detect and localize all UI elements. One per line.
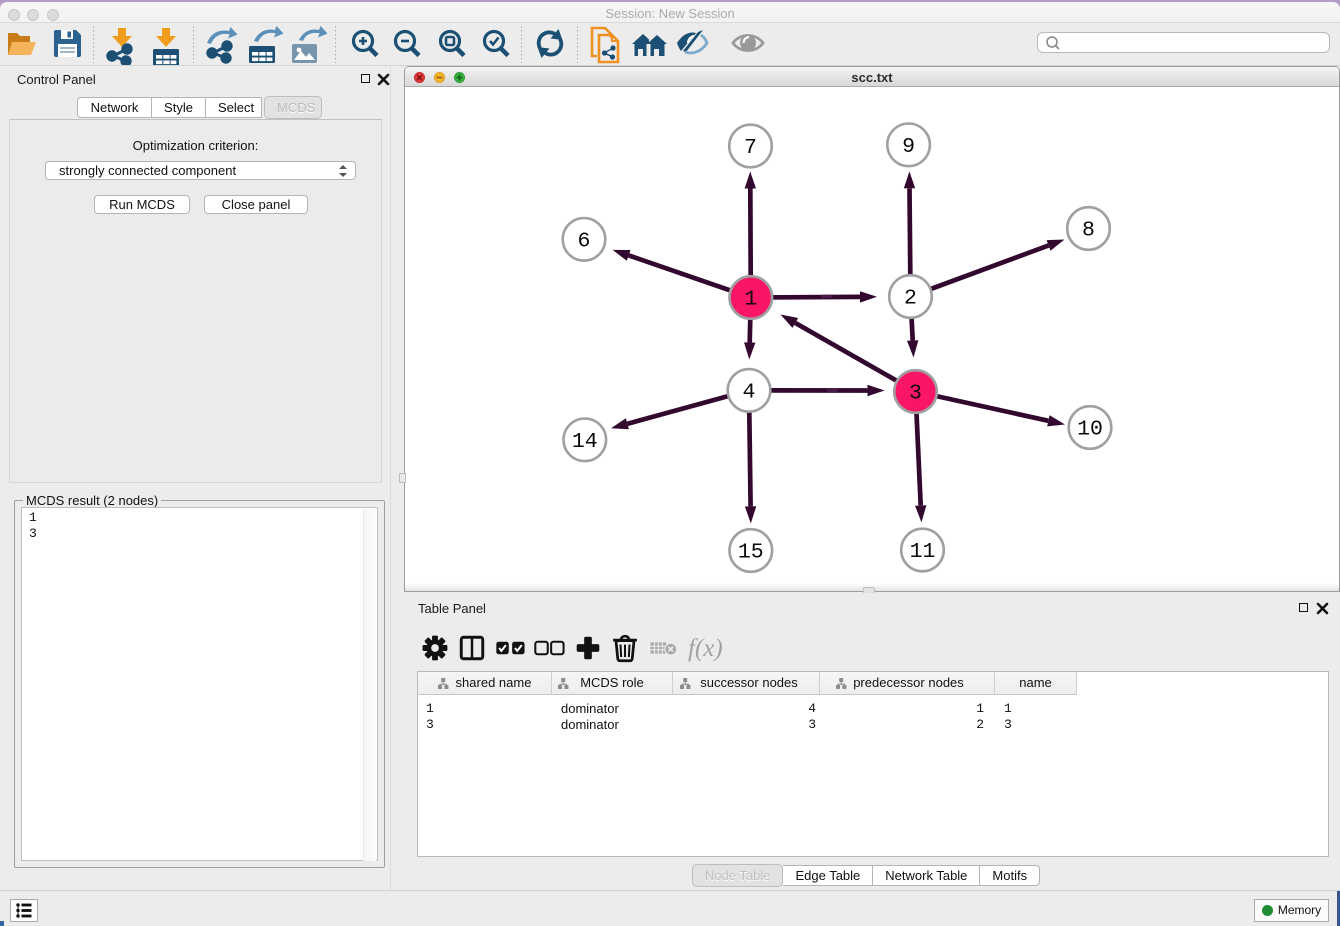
svg-text:10: 10 [1077,418,1103,442]
svg-text:14: 14 [572,430,598,454]
svg-text:4: 4 [743,381,756,405]
svg-text:f(x): f(x) [688,635,723,662]
svg-text:7: 7 [744,136,757,160]
svg-text:2: 2 [904,287,917,311]
svg-text:9: 9 [902,135,915,159]
svg-text:11: 11 [910,540,936,564]
svg-text:8: 8 [1082,219,1095,243]
svg-text:6: 6 [578,230,591,254]
svg-text:15: 15 [738,541,764,565]
svg-text:3: 3 [909,382,922,406]
svg-text:1: 1 [744,288,757,312]
